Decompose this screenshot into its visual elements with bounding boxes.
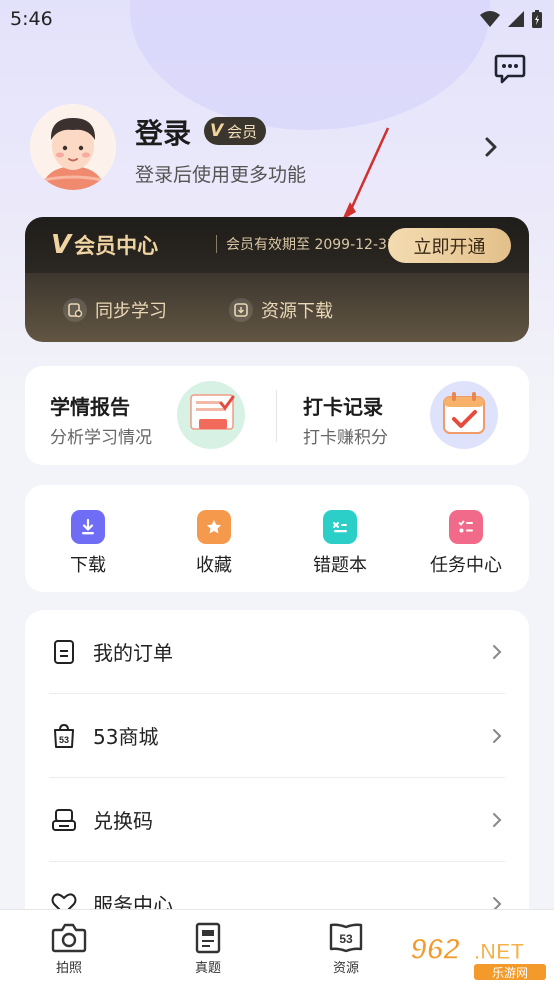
svg-text:乐游网: 乐游网	[492, 966, 528, 980]
tool-task-center[interactable]: 任务中心	[403, 485, 529, 592]
checkin-subtitle: 打卡赚积分	[303, 428, 388, 448]
exam-paper-icon	[195, 922, 221, 954]
login-subtitle: 登录后使用更多功能	[135, 164, 307, 186]
checkin-title: 打卡记录	[303, 395, 383, 419]
star-icon	[197, 510, 231, 544]
study-report-title: 学情报告	[50, 395, 130, 419]
menu-item-shop[interactable]: 53 53商城	[25, 694, 529, 777]
chevron-right-icon[interactable]	[484, 136, 498, 158]
report-card: 学情报告 分析学习情况 打卡记录 打卡赚积分	[25, 366, 529, 465]
order-icon	[54, 639, 74, 664]
vip-badge-label: 会员	[227, 122, 258, 141]
checkin-record-entry[interactable]: 打卡记录 打卡赚积分	[277, 366, 529, 465]
svg-text:962: 962	[410, 933, 460, 966]
status-bar: 5:46	[0, 0, 554, 38]
tool-label: 任务中心	[430, 555, 502, 576]
report-illustration-icon	[177, 381, 245, 449]
vip-card[interactable]: V 会员中心 会员有效期至 2099-12-31 立即开通 同步学习 资源下载	[25, 217, 529, 342]
svg-text:53: 53	[59, 735, 69, 745]
annotation-arrow	[342, 127, 390, 220]
tool-label: 收藏	[196, 555, 232, 576]
redeem-icon	[52, 808, 76, 831]
vip-func-label: 同步学习	[95, 301, 167, 322]
signal-icon	[508, 11, 524, 27]
vip-badge-mark: V	[210, 121, 224, 141]
vip-sync-study-button[interactable]: 同步学习	[63, 297, 167, 323]
wifi-icon	[480, 11, 500, 27]
chevron-right-icon	[493, 644, 502, 659]
menu-item-label: 兑换码	[93, 809, 153, 833]
site-watermark: 962 .NET 乐游网	[408, 926, 548, 982]
menu-item-redeem[interactable]: 兑换码	[25, 778, 529, 861]
download-icon	[71, 510, 105, 544]
vip-divider	[216, 235, 217, 253]
svg-text:.NET: .NET	[474, 939, 525, 964]
status-icons	[480, 10, 542, 28]
battery-icon	[532, 10, 542, 28]
tab-resources[interactable]: 53 资源	[306, 922, 386, 976]
chevron-right-icon	[493, 812, 502, 827]
menu-item-label: 53商城	[93, 725, 159, 749]
wrong-book-icon	[323, 510, 357, 544]
vip-center-title: 会员中心	[74, 234, 159, 258]
menu-item-label: 我的订单	[93, 641, 173, 665]
tool-favorites[interactable]: 收藏	[151, 485, 277, 592]
task-icon	[449, 510, 483, 544]
download-box-icon	[229, 298, 253, 322]
camera-icon	[51, 923, 87, 953]
vip-expiry: 会员有效期至 2099-12-31	[226, 237, 396, 253]
status-time: 5:46	[10, 8, 53, 30]
tool-wrong-book[interactable]: 错题本	[277, 485, 403, 592]
book-53-icon: 53	[329, 923, 363, 953]
calendar-check-icon	[430, 381, 498, 449]
avatar-illustration	[30, 104, 116, 190]
menu-item-orders[interactable]: 我的订单	[25, 610, 529, 693]
vip-logo: V 会员中心	[51, 230, 158, 260]
shop-bag-icon: 53	[54, 723, 74, 748]
tab-label: 真题	[194, 961, 221, 976]
menu-card: 我的订单 53 53商城 兑换码 服务中心	[25, 610, 529, 930]
profile-section[interactable]: 登录 V 会员 登录后使用更多功能	[30, 104, 530, 192]
study-report-entry[interactable]: 学情报告 分析学习情况	[25, 366, 275, 465]
avatar[interactable]	[30, 104, 116, 190]
header-background	[0, 0, 554, 420]
chevron-right-icon	[493, 728, 502, 743]
svg-text:53: 53	[339, 932, 353, 946]
tab-camera[interactable]: 拍照	[29, 922, 109, 976]
vip-func-label: 资源下载	[261, 301, 333, 322]
sync-study-icon	[63, 298, 87, 322]
tools-card: 下载 收藏 错题本 任务中心	[25, 485, 529, 592]
tool-label: 错题本	[313, 555, 367, 576]
open-vip-button[interactable]: 立即开通	[388, 228, 511, 263]
tab-label: 资源	[332, 961, 359, 976]
tab-label: 拍照	[55, 961, 82, 976]
vip-resource-download-button[interactable]: 资源下载	[229, 297, 333, 323]
vip-badge: V 会员	[204, 117, 267, 145]
vip-logo-mark: V	[51, 230, 72, 260]
tool-download[interactable]: 下载	[25, 485, 151, 592]
study-report-subtitle: 分析学习情况	[50, 428, 152, 448]
tool-label: 下载	[70, 555, 106, 576]
tab-exam[interactable]: 真题	[168, 922, 248, 976]
login-title[interactable]: 登录	[135, 112, 191, 152]
message-button[interactable]	[494, 54, 526, 84]
